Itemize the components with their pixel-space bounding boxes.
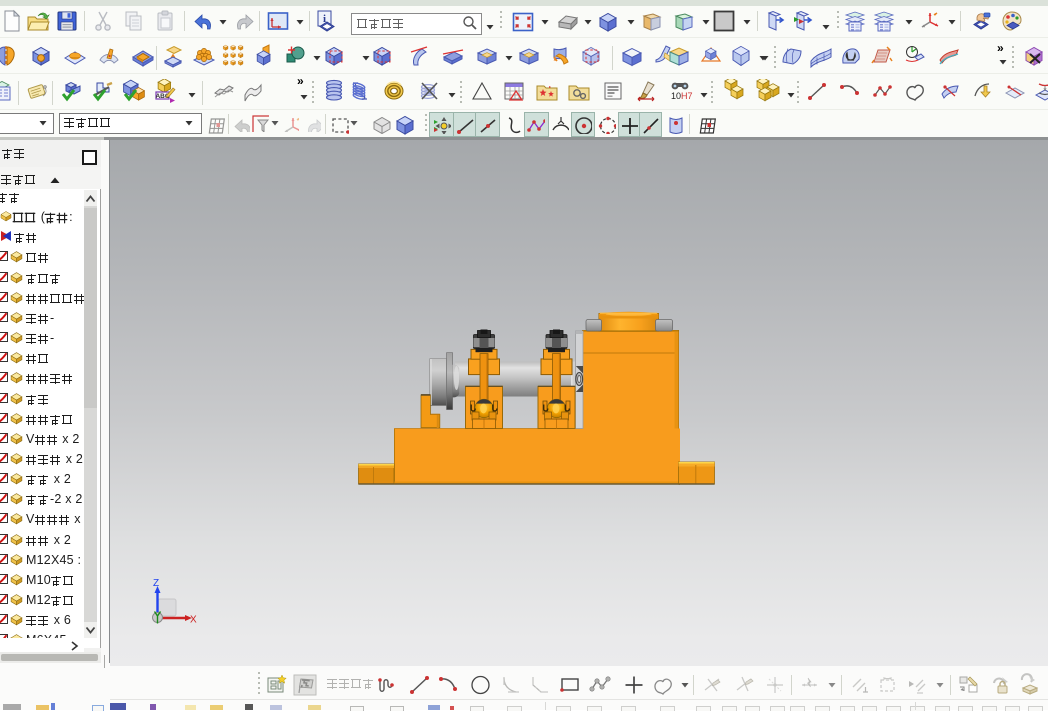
svg-text:Z: Z [153,578,159,589]
svg-text:X: X [190,615,197,626]
svg-text:10H7: 10H7 [671,91,693,101]
